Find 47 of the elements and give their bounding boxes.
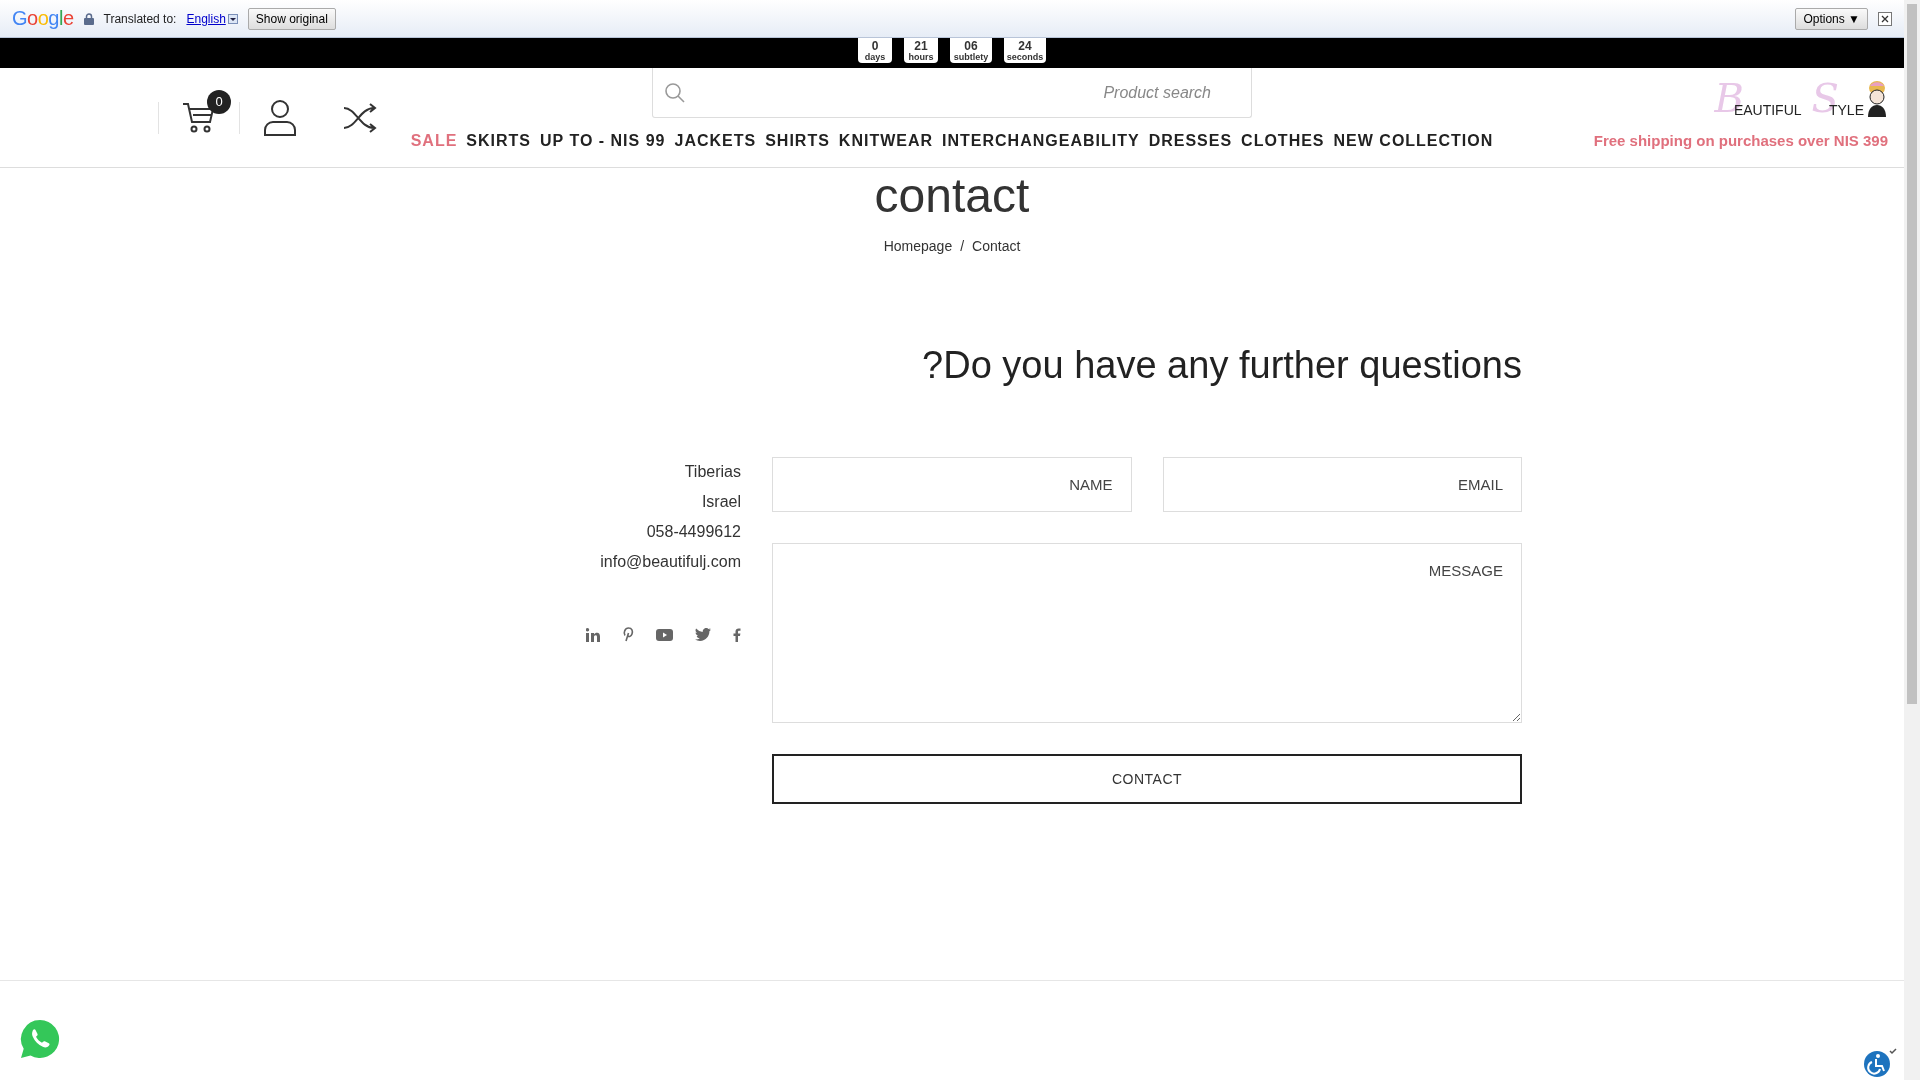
linkedin-icon[interactable] xyxy=(586,627,600,642)
email-field[interactable]: EMAIL xyxy=(1162,457,1522,512)
contact-button[interactable]: CONTACT xyxy=(772,754,1522,804)
close-icon[interactable] xyxy=(1878,11,1892,26)
nav-link[interactable]: CLOTHES xyxy=(1241,132,1325,150)
pinterest-icon[interactable] xyxy=(622,627,634,642)
show-original-button[interactable]: Show original xyxy=(247,7,336,30)
accessibility-icon[interactable] xyxy=(1862,1048,1898,1078)
logo[interactable]: BEAUTIFUL STYLE xyxy=(1714,78,1864,118)
translated-label: Translated to: xyxy=(103,11,177,26)
nav-link[interactable]: KNITWEAR xyxy=(838,132,934,150)
figure-icon xyxy=(1866,80,1888,118)
countdown-box: 21 hours xyxy=(904,38,938,63)
countdown-box: 0 days xyxy=(858,38,892,63)
dropdown-icon[interactable] xyxy=(227,13,238,24)
breadcrumb-link[interactable]: Contact xyxy=(972,238,1021,254)
nav-link[interactable]: SHIRTS xyxy=(765,132,830,150)
countdown-box: 24 seconds xyxy=(1004,38,1046,63)
language-link[interactable]: English xyxy=(186,11,238,26)
nav-link[interactable]: UP TO - NIS 99 xyxy=(540,132,666,150)
lock-icon xyxy=(83,12,94,25)
contact-detail: 058-4499612 xyxy=(646,522,741,542)
contact-detail: Israel xyxy=(701,492,741,512)
nav-link[interactable]: DRESSES xyxy=(1148,132,1233,150)
search-icon xyxy=(664,82,686,104)
name-field[interactable]: NAME xyxy=(772,457,1132,512)
nav-link[interactable]: SKIRTS xyxy=(466,132,532,150)
breadcrumb-separator: / xyxy=(960,238,965,254)
nav-link[interactable]: JACKETS xyxy=(674,132,757,150)
twitter-icon[interactable] xyxy=(695,628,711,641)
facebook-icon[interactable] xyxy=(733,627,741,642)
cart-count: 0 xyxy=(207,89,231,114)
youtube-icon[interactable] xyxy=(656,628,673,641)
breadcrumb-link[interactable]: Homepage xyxy=(883,238,953,254)
message-field[interactable]: MESSAGE xyxy=(772,543,1522,723)
countdown-box: 06 subtlety xyxy=(950,38,992,63)
nav-link[interactable]: NEW COLLECTION xyxy=(1333,132,1494,150)
search-field[interactable]: Product search xyxy=(652,68,1252,118)
form-heading: ?Do you have any further questions xyxy=(921,344,1522,387)
page-title: contact xyxy=(873,168,1031,224)
options-button[interactable]: Options ▼ xyxy=(1795,7,1868,30)
nav-link[interactable]: INTERCHANGEABILITY xyxy=(942,132,1140,150)
contact-detail: Tiberias xyxy=(684,462,741,482)
google-logo: Google xyxy=(12,7,74,30)
shipping-note: Free shipping on purchases over NIS 399 xyxy=(1593,132,1888,149)
contact-detail: info@beautifulj.com xyxy=(600,552,741,572)
user-icon xyxy=(262,98,298,137)
